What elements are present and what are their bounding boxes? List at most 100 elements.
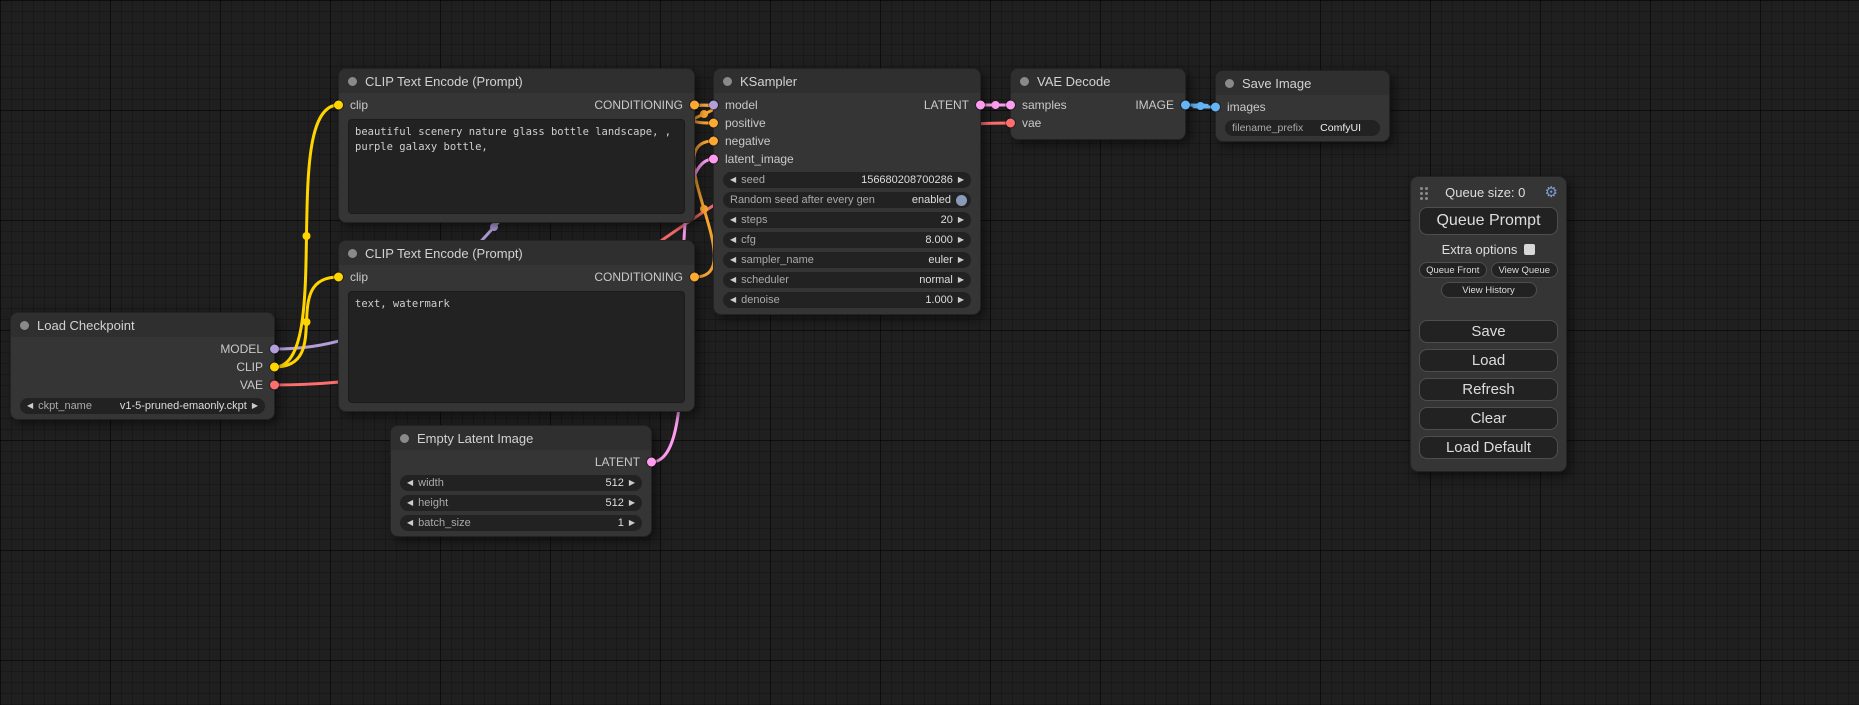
port-el-latent-out[interactable] <box>647 458 656 467</box>
increment-arrow-icon[interactable]: ▶ <box>958 216 964 224</box>
increment-arrow-icon[interactable]: ▶ <box>958 176 964 184</box>
port-ks-latent-in[interactable] <box>709 155 718 164</box>
extra-options-checkbox[interactable] <box>1524 244 1535 255</box>
increment-arrow-icon[interactable]: ▶ <box>252 402 258 410</box>
save-button[interactable]: Save <box>1419 320 1558 343</box>
queue-panel-header: Queue size: 0 ⚙ <box>1419 182 1558 202</box>
collapse-dot-icon[interactable] <box>723 77 732 86</box>
clear-button[interactable]: Clear <box>1419 407 1558 430</box>
decrement-arrow-icon[interactable]: ◀ <box>730 296 736 304</box>
toggle-dot-icon[interactable] <box>956 195 967 206</box>
refresh-button[interactable]: Refresh <box>1419 378 1558 401</box>
port-lc-model-out[interactable] <box>270 345 279 354</box>
steps-widget[interactable]: ◀ steps 20 ▶ <box>723 212 971 228</box>
port-cn-cond-out[interactable] <box>690 273 699 282</box>
collapse-dot-icon[interactable] <box>348 249 357 258</box>
port-cp-cond-out[interactable] <box>690 101 699 110</box>
sampler-name-widget[interactable]: ◀ sampler_name euler ▶ <box>723 252 971 268</box>
node-header[interactable]: VAE Decode <box>1011 69 1185 93</box>
increment-arrow-icon[interactable]: ▶ <box>629 479 635 487</box>
height-widget[interactable]: ◀ height 512 ▶ <box>400 495 642 511</box>
increment-arrow-icon[interactable]: ▶ <box>958 236 964 244</box>
widget-label: ckpt_name <box>38 400 92 412</box>
output-label: CONDITIONING <box>594 98 683 112</box>
node-vae-decode[interactable]: VAE Decode samples IMAGE vae <box>1010 68 1186 140</box>
port-ks-model-in[interactable] <box>709 101 718 110</box>
node-header[interactable]: Empty Latent Image <box>391 426 651 450</box>
cfg-widget[interactable]: ◀ cfg 8.000 ▶ <box>723 232 971 248</box>
decrement-arrow-icon[interactable]: ◀ <box>730 176 736 184</box>
node-header[interactable]: Load Checkpoint <box>11 313 274 337</box>
node-save-image[interactable]: Save Image images filename_prefix ComfyU… <box>1215 70 1390 142</box>
negative-prompt-textarea[interactable]: text, watermark <box>348 291 685 403</box>
collapse-dot-icon[interactable] <box>400 434 409 443</box>
port-row: VAE <box>11 376 274 394</box>
node-header[interactable]: Save Image <box>1216 71 1389 95</box>
load-default-button[interactable]: Load Default <box>1419 436 1558 459</box>
queue-front-button[interactable]: Queue Front <box>1419 262 1487 278</box>
input-label: clip <box>350 270 368 284</box>
ckpt-name-widget[interactable]: ◀ ckpt_name v1-5-pruned-emaonly.ckpt ▶ <box>20 398 265 414</box>
port-si-images-in[interactable] <box>1211 103 1220 112</box>
node-clip-text-encode-positive[interactable]: CLIP Text Encode (Prompt) clip CONDITION… <box>338 68 695 223</box>
decrement-arrow-icon[interactable]: ◀ <box>730 216 736 224</box>
node-load-checkpoint[interactable]: Load Checkpoint MODEL CLIP VAE ◀ ckpt_na… <box>10 312 275 420</box>
filename-prefix-widget[interactable]: filename_prefix ComfyUI <box>1225 120 1380 136</box>
port-vd-vae-in[interactable] <box>1006 119 1015 128</box>
port-cp-clip-in[interactable] <box>334 101 343 110</box>
batch-size-widget[interactable]: ◀ batch_size 1 ▶ <box>400 515 642 531</box>
port-row: LATENT <box>391 453 651 471</box>
port-vd-samples-in[interactable] <box>1006 101 1015 110</box>
scheduler-widget[interactable]: ◀ scheduler normal ▶ <box>723 272 971 288</box>
drag-handle-icon[interactable] <box>1420 187 1423 190</box>
node-empty-latent-image[interactable]: Empty Latent Image LATENT ◀ width 512 ▶ … <box>390 425 652 537</box>
increment-arrow-icon[interactable]: ▶ <box>629 519 635 527</box>
node-ksampler[interactable]: KSampler model LATENT positive negative … <box>713 68 981 315</box>
increment-arrow-icon[interactable]: ▶ <box>958 296 964 304</box>
seed-widget[interactable]: ◀ seed 156680208700286 ▶ <box>723 172 971 188</box>
collapse-dot-icon[interactable] <box>348 77 357 86</box>
load-button[interactable]: Load <box>1419 349 1558 372</box>
node-header[interactable]: KSampler <box>714 69 980 93</box>
settings-gear-icon[interactable]: ⚙ <box>1545 185 1558 200</box>
width-widget[interactable]: ◀ width 512 ▶ <box>400 475 642 491</box>
positive-prompt-textarea[interactable]: beautiful scenery nature glass bottle la… <box>348 119 685 214</box>
output-label: VAE <box>240 378 263 392</box>
denoise-widget[interactable]: ◀ denoise 1.000 ▶ <box>723 292 971 308</box>
port-vd-image-out[interactable] <box>1181 101 1190 110</box>
next-option-arrow-icon[interactable]: ▶ <box>958 256 964 264</box>
node-clip-text-encode-negative[interactable]: CLIP Text Encode (Prompt) clip CONDITION… <box>338 240 695 412</box>
prev-option-arrow-icon[interactable]: ◀ <box>730 256 736 264</box>
decrement-arrow-icon[interactable]: ◀ <box>730 236 736 244</box>
collapse-dot-icon[interactable] <box>20 321 29 330</box>
decrement-arrow-icon[interactable]: ◀ <box>407 519 413 527</box>
prev-option-arrow-icon[interactable]: ◀ <box>730 276 736 284</box>
port-row: vae <box>1011 114 1185 132</box>
collapse-dot-icon[interactable] <box>1225 79 1234 88</box>
random-seed-toggle-widget[interactable]: Random seed after every gen enabled <box>723 192 971 208</box>
decrement-arrow-icon[interactable]: ◀ <box>27 402 33 410</box>
widget-value: 156680208700286 <box>770 174 953 186</box>
view-queue-button[interactable]: View Queue <box>1491 262 1559 278</box>
widget-label: steps <box>741 214 767 226</box>
decrement-arrow-icon[interactable]: ◀ <box>407 499 413 507</box>
port-row: latent_image <box>714 150 980 168</box>
decrement-arrow-icon[interactable]: ◀ <box>407 479 413 487</box>
increment-arrow-icon[interactable]: ▶ <box>629 499 635 507</box>
port-ks-positive-in[interactable] <box>709 119 718 128</box>
node-header[interactable]: CLIP Text Encode (Prompt) <box>339 69 694 93</box>
extra-options-row: Extra options <box>1419 242 1558 257</box>
extra-options-label: Extra options <box>1442 242 1518 257</box>
port-ks-latent-out[interactable] <box>976 101 985 110</box>
queue-size-label: Queue size: 0 <box>1426 185 1545 200</box>
port-ks-negative-in[interactable] <box>709 137 718 146</box>
collapse-dot-icon[interactable] <box>1020 77 1029 86</box>
port-lc-clip-out[interactable] <box>270 363 279 372</box>
next-option-arrow-icon[interactable]: ▶ <box>958 276 964 284</box>
port-cn-clip-in[interactable] <box>334 273 343 282</box>
queue-prompt-button[interactable]: Queue Prompt <box>1419 207 1558 235</box>
port-lc-vae-out[interactable] <box>270 381 279 390</box>
node-header[interactable]: CLIP Text Encode (Prompt) <box>339 241 694 265</box>
widget-value: ComfyUI <box>1308 122 1373 134</box>
view-history-button[interactable]: View History <box>1441 282 1537 298</box>
